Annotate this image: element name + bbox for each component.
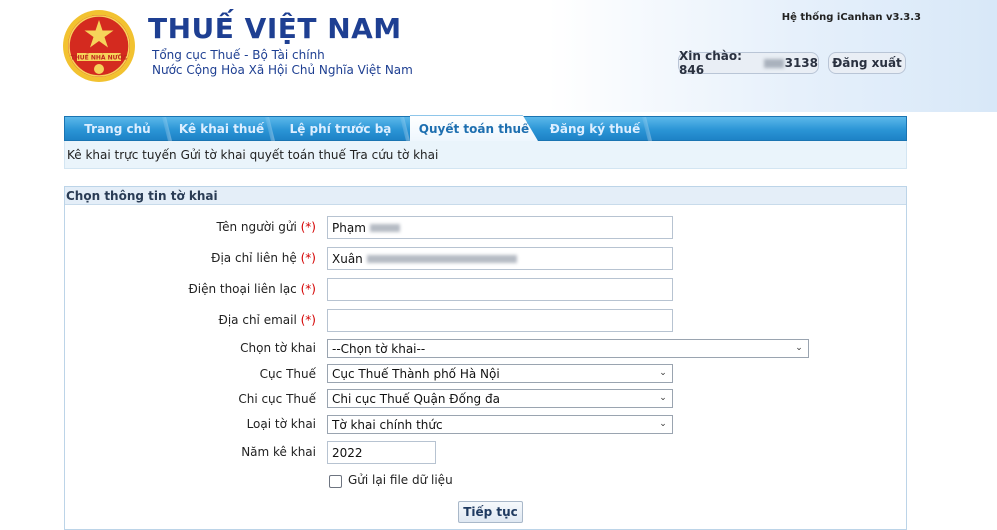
system-version: Hệ thống iCanhan v3.3.3 [781,12,921,23]
year-label: Năm kê khai [241,445,316,459]
redacted-phone-blur [763,58,784,68]
email-label-row: Địa chỉ email (*) [219,313,316,327]
declaration-select-value: --Chọn tờ khai-- [332,341,426,356]
address-field[interactable]: Xuân [327,247,673,270]
phone-label: Điện thoại liên lạc [188,282,297,296]
year-value: 2022 [332,445,363,460]
tab-separator [400,117,410,141]
chevron-down-icon: ⌄ [659,368,667,378]
chevron-down-icon: ⌄ [659,419,667,429]
sender-name-value: Phạm [332,220,366,235]
subnav-lookup-declaration[interactable]: Tra cứu tờ khai [350,148,438,162]
sub-dept-select-value: Chi cục Thuế Quận Đống đa [332,391,500,406]
decl-type-select[interactable]: Tờ khai chính thức ⌄ [327,415,673,434]
site-subtitle-country: Nước Cộng Hòa Xã Hội Chủ Nghĩa Việt Nam [152,63,413,77]
redacted-name-blur [369,223,400,232]
declaration-label: Chọn tờ khai [240,341,316,355]
tax-dept-select[interactable]: Cục Thuế Thành phố Hà Nội ⌄ [327,364,673,383]
required-mark: (*) [300,220,316,234]
sub-dept-label: Chi cục Thuế [238,392,316,406]
sub-nav: Kê khai trực tuyến Gửi tờ khai quyết toá… [64,141,907,169]
redacted-address-blur [366,254,517,263]
logout-button[interactable]: Đăng xuất [828,52,906,74]
sender-label-row: Tên người gửi (*) [216,220,316,234]
page-header: THUẾ NHÀ NƯỚC THUẾ VIỆT NAM Tổng cục Thu… [0,0,997,112]
tab-declare-tax[interactable]: Kê khai thuế [170,117,275,141]
continue-button[interactable]: Tiếp tục [458,501,523,523]
chevron-down-icon: ⌄ [795,343,803,353]
email-field[interactable] [327,309,673,332]
year-field[interactable]: 2022 [327,441,436,464]
tab-tax-registration[interactable]: Đăng ký thuế [540,117,652,141]
declaration-form-panel: Chọn thông tin tờ khai Tên người gửi (*)… [64,186,907,530]
address-label-row: Địa chỉ liên hệ (*) [211,251,316,265]
declaration-select[interactable]: --Chọn tờ khai-- ⌄ [327,339,809,358]
tab-tax-registration-label: Đăng ký thuế [549,122,641,136]
greeting-badge: Xin chào: 846 3138 [678,49,819,77]
address-value: Xuân [332,251,363,266]
phone-label-row: Điện thoại liên lạc (*) [188,282,316,296]
tax-dept-select-value: Cục Thuế Thành phố Hà Nội [332,366,500,381]
subnav-online-declaration[interactable]: Kê khai trực tuyến [67,148,177,162]
greeting-prefix: Xin chào: 846 [679,49,742,77]
email-label: Địa chỉ email [218,313,297,327]
tab-home-label: Trang chủ [84,122,151,136]
tax-dept-label: Cục Thuế [259,367,316,381]
required-mark: (*) [300,313,316,327]
sub-dept-select[interactable]: Chi cục Thuế Quận Đống đa ⌄ [327,389,673,408]
site-subtitle-ministry: Tổng cục Thuế - Bộ Tài chính [152,48,325,62]
tab-tax-finalization[interactable]: Quyết toán thuế [410,115,538,141]
required-mark: (*) [300,251,316,265]
tab-registration-fee-label: Lệ phí trước bạ [289,122,392,136]
main-nav: Trang chủ Kê khai thuế Lệ phí trước bạ Q… [64,115,907,141]
tab-declare-tax-label: Kê khai thuế [178,122,265,136]
decl-type-select-value: Tờ khai chính thức [332,417,443,432]
greeting-suffix: 3138 [784,56,818,70]
sender-label: Tên người gửi [216,220,297,234]
tab-tax-finalization-label: Quyết toán thuế [418,121,530,136]
phone-field[interactable] [327,278,673,301]
chevron-down-icon: ⌄ [659,393,667,403]
decl-type-label: Loại tờ khai [246,417,316,431]
required-mark: (*) [300,282,316,296]
tab-registration-fee[interactable]: Lệ phí trước bạ [273,117,410,141]
resend-file-checkbox[interactable] [329,475,342,488]
emblem-text: THUẾ NHÀ NƯỚC [71,54,128,62]
address-label: Địa chỉ liên hệ [211,251,297,265]
subnav-submit-finalization[interactable]: Gửi tờ khai quyết toán thuế [181,148,346,162]
tab-home[interactable]: Trang chủ [65,117,172,141]
sender-name-field[interactable]: Phạm [327,216,673,239]
resend-file-label: Gửi lại file dữ liệu [348,473,453,487]
tab-separator [642,117,652,141]
site-title: THUẾ VIỆT NAM [148,12,402,45]
national-emblem-logo: THUẾ NHÀ NƯỚC [63,10,135,82]
panel-title: Chọn thông tin tờ khai [65,187,906,205]
